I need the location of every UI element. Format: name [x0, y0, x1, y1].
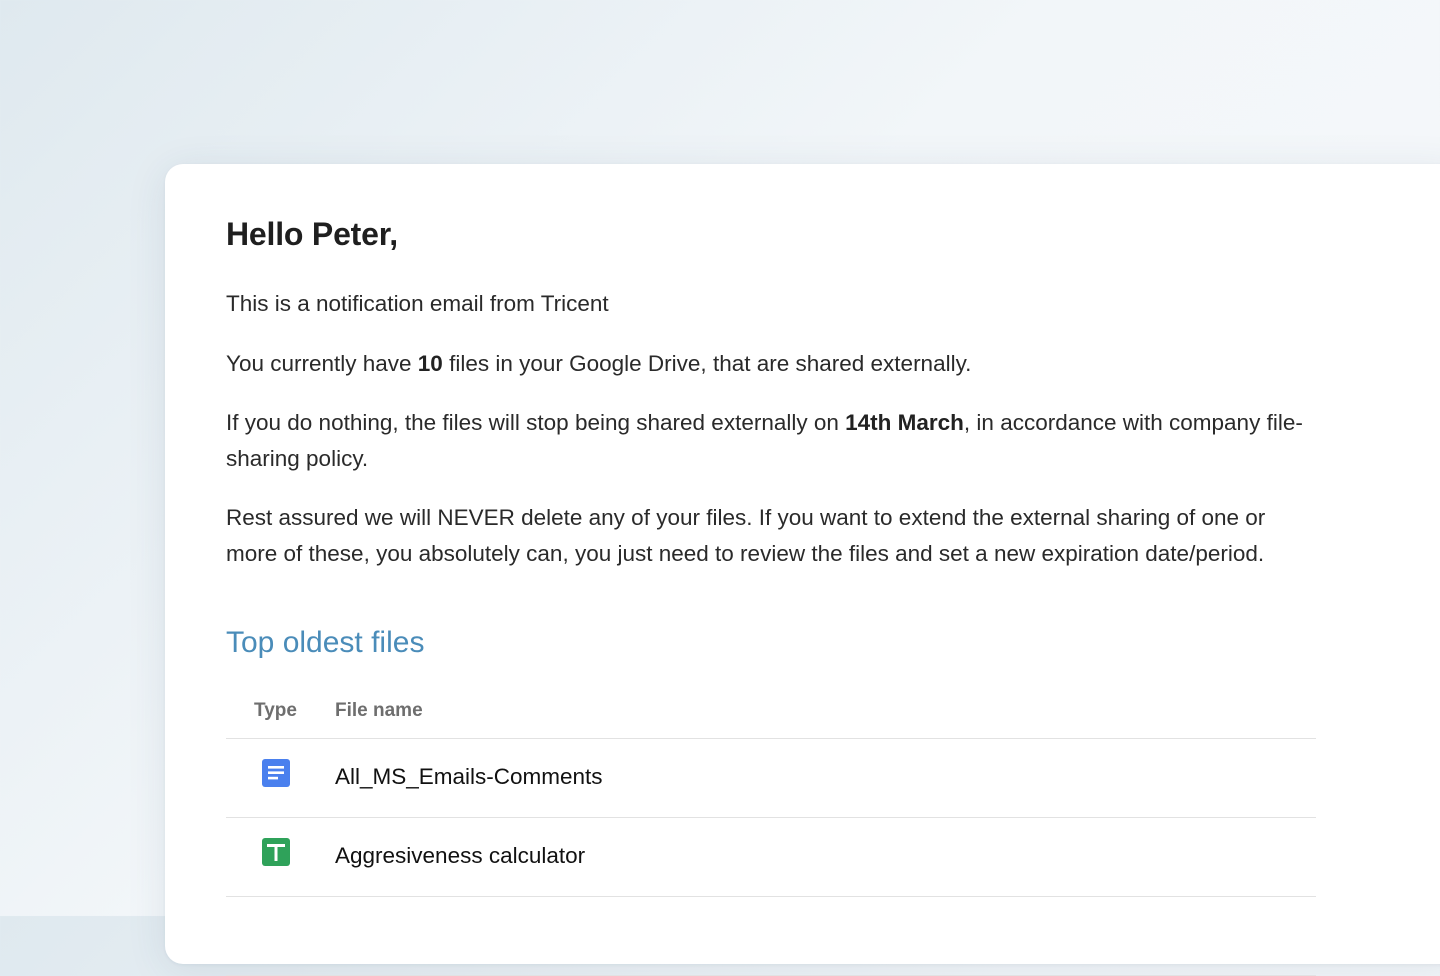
table-row[interactable]	[226, 897, 1316, 976]
greeting-heading: Hello Peter,	[226, 216, 398, 252]
shared-count-text: You currently have 10 files in your Goog…	[226, 346, 1316, 382]
table-row[interactable]: All_MS_Emails-Comments	[226, 739, 1316, 818]
intro-text: This is a notification email from Tricen…	[226, 291, 609, 316]
shared-file-count: 10	[417, 351, 443, 376]
file-name-link[interactable]: Aggresiveness calculator	[335, 843, 585, 869]
google-sheets-icon	[262, 838, 290, 866]
column-header-file-name: File name	[335, 700, 423, 721]
reassurance-text: Rest assured we will NEVER delete any of…	[226, 505, 1266, 566]
file-name-link[interactable]: All_MS_Emails-Comments	[335, 764, 603, 790]
stop-notice-prefix: If you do nothing, the files will stop b…	[226, 410, 846, 435]
column-header-type: Type	[254, 700, 297, 721]
stop-sharing-notice: If you do nothing, the files will stop b…	[226, 405, 1316, 477]
stop-sharing-date: 14th March	[845, 410, 964, 435]
email-card: Hello Peter, This is a notification emai…	[165, 164, 1440, 976]
files-table: Type File name All_MS_Emails-Comments Ag…	[226, 686, 1316, 976]
table-header: Type File name	[226, 686, 1316, 739]
shared-count-suffix: files in your Google Drive, that are sha…	[442, 351, 972, 376]
google-docs-icon	[262, 759, 290, 787]
shared-count-prefix: You currently have	[226, 351, 418, 376]
table-row[interactable]: Aggresiveness calculator	[226, 818, 1316, 897]
section-title-oldest-files: Top oldest files	[226, 626, 425, 659]
